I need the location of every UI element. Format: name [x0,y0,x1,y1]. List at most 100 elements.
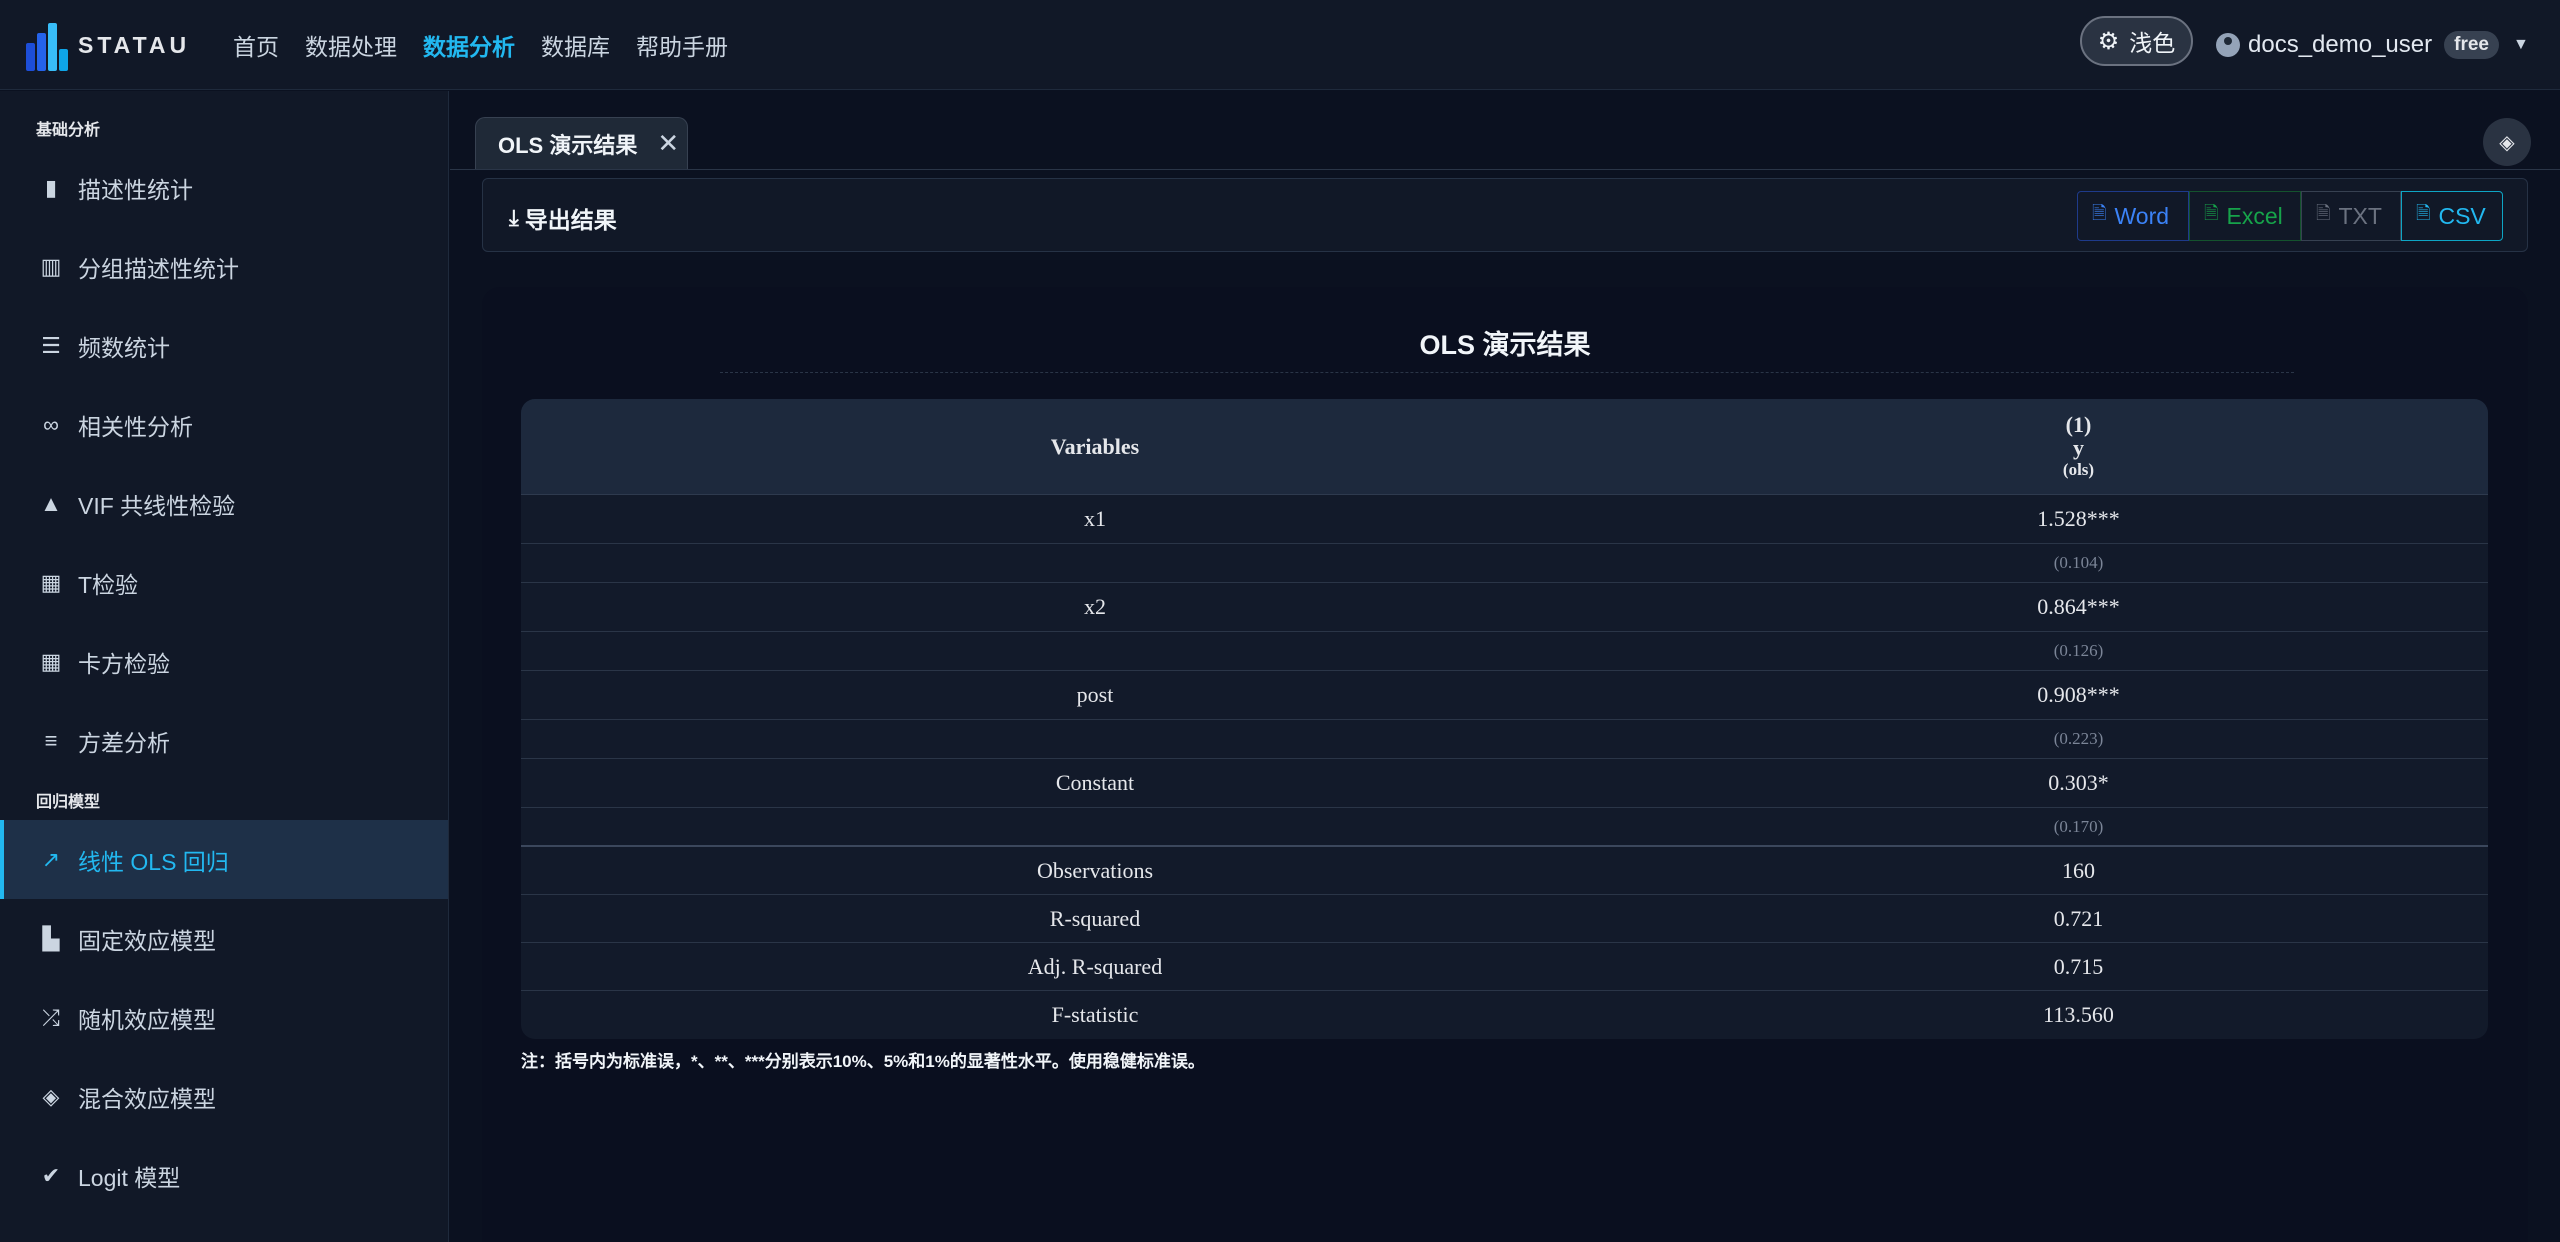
standard-error: (0.170) [2053,816,2104,836]
tab-divider [450,169,2560,170]
sidebar-group-basic-analysis: 基础分析 [36,122,101,139]
header-variables: Variables [1050,433,1140,459]
user-avatar-icon [2216,33,2240,57]
table-list-icon: ☰ [41,332,61,358]
top-navbar: STATAU 首页 数据处理 数据分析 数据库 帮助手册 ⚙ 浅色 docs_d… [0,0,2560,90]
download-icon: ⤓ [509,205,519,230]
standard-error: (0.104) [2053,553,2104,572]
stat-value: 160 [2062,857,2095,883]
header-dependent-variable: y [2073,434,2084,460]
export-title: ⤓ 导出结果 [509,201,617,235]
nav-data-analysis[interactable]: 数据分析 [423,28,515,62]
variable-name: post [1076,682,1114,707]
sidebar-item-label: 线性 OLS 回归 [78,848,229,875]
export-csv-button[interactable]: 🗎 CSV [2401,191,2503,241]
brand-logo[interactable]: STATAU [26,18,190,72]
word-file-icon: 🗎 [2092,203,2107,223]
table-row: Observations 160 [521,847,2488,895]
header-model-column: (1) y (ols) [1669,399,2488,494]
sidebar-item-random-effects[interactable]: ⤮ 随机效应模型 [0,978,448,1057]
variable-name: x2 [1084,594,1106,619]
sidebar-item-grouped-descriptive-stats[interactable]: ▥ 分组描述性统计 [0,227,448,306]
sidebar-item-vif-test[interactable]: ▲ VIF 共线性检验 [0,464,448,543]
sidebar-item-label: T检验 [78,571,139,598]
csv-file-icon: 🗎 [2416,203,2431,223]
sidebar-item-chi-square-test[interactable]: ▦ 卡方检验 [0,622,448,701]
user-menu[interactable]: docs_demo_user free ▼ [2216,24,2529,66]
sidebar-item-fixed-effects[interactable]: ▙ 固定效应模型 [0,899,448,978]
table-row: (0.223) [521,720,2488,759]
caret-down-icon: ▼ [2512,36,2529,53]
layers-icon: ◈ [42,1083,60,1109]
table-row: R-squared 0.721 [521,895,2488,943]
sidebar-item-correlation[interactable]: ∞ 相关性分析 [0,385,448,464]
layers-icon: ◈ [2499,131,2515,154]
sidebar-item-label: 固定效应模型 [78,927,216,954]
close-icon[interactable]: ✕ [657,128,679,159]
check-circle-icon: ✔ [41,1162,61,1188]
title-divider [720,372,2294,373]
nav-database[interactable]: 数据库 [541,28,610,62]
tab-ols-result[interactable]: OLS 演示结果 ✕ [475,117,688,169]
regression-table: Variables (1) y (ols) x1 1.528*** (0.104… [521,399,2488,1039]
sidebar-item-descriptive-stats[interactable]: ▮ 描述性统计 [0,148,448,227]
logo-icon [26,19,70,71]
sidebar-item-frequency-stats[interactable]: ☰ 频数统计 [0,306,448,385]
export-word-button[interactable]: 🗎 Word [2077,191,2189,241]
table-row: Adj. R-squared 0.715 [521,943,2488,991]
building-icon: ▙ [42,925,60,951]
nav-data-processing[interactable]: 数据处理 [305,28,397,62]
main-nav: 首页 数据处理 数据分析 数据库 帮助手册 [233,0,754,90]
layers-button[interactable]: ◈ [2483,118,2531,166]
stat-name: Adj. R-squared [1027,953,1163,979]
table-row: x2 0.864*** [521,583,2488,632]
sidebar-item-logit[interactable]: ✔ Logit 模型 [0,1136,448,1215]
sidebar-item-label: 相关性分析 [78,413,193,440]
warning-icon: ▲ [40,490,62,516]
export-txt-button[interactable]: 🗎 TXT [2301,191,2401,241]
nav-home[interactable]: 首页 [233,28,279,62]
export-title-label: 导出结果 [524,207,617,233]
variable-name: x1 [1084,506,1106,531]
brand-name: STATAU [78,31,191,58]
sidebar-item-label: 方差分析 [78,729,170,756]
header-method: (ols) [2062,459,2095,479]
result-card: OLS 演示结果 Variables (1) y (ols) x1 1.528*… [482,287,2528,1242]
tab-label: OLS 演示结果 [498,132,638,158]
table-row: (0.104) [521,544,2488,583]
table-row: post 0.908*** [521,671,2488,720]
text-file-icon: 🗎 [2316,203,2331,223]
standard-error: (0.126) [2053,641,2104,660]
export-button-group: 🗎 Word 🗎 Excel 🗎 TXT 🗎 CSV [2077,191,2503,241]
table-header: Variables (1) y (ols) [521,399,2488,495]
sidebar-item-label: 分组描述性统计 [78,255,239,282]
export-excel-button[interactable]: 🗎 Excel [2189,191,2301,241]
main-content: OLS 演示结果 ✕ ◈ ⤓ 导出结果 🗎 Word 🗎 Excel 🗎 TXT [450,91,2560,1242]
excel-file-icon: 🗎 [2204,203,2219,223]
sidebar-item-ols-regression[interactable]: ↗ 线性 OLS 回归 [0,820,448,899]
table-footnote: 注：括号内为标准误，*、**、***分别表示10%、5%和1%的显著性水平。使用… [521,1052,1205,1071]
stat-value: 113.560 [2043,1002,2114,1027]
coefficient-value: 1.528*** [2037,506,2120,531]
grid-icon: ▦ [40,648,62,674]
table-row: (0.170) [521,808,2488,847]
calculator-icon: ▦ [40,569,62,595]
link-icon: ∞ [43,411,59,437]
sidebar-item-label: VIF 共线性检验 [78,492,236,519]
nav-help-manual[interactable]: 帮助手册 [636,28,728,62]
grouped-bar-chart-icon: ▥ [40,253,62,279]
sidebar-item-mixed-effects[interactable]: ◈ 混合效应模型 [0,1057,448,1136]
sidebar-item-t-test[interactable]: ▦ T检验 [0,543,448,622]
stat-name: Observations [1036,857,1154,883]
sidebar-item-label: 卡方检验 [78,650,170,677]
theme-toggle-button[interactable]: ⚙ 浅色 [2080,16,2193,66]
table-row: Constant 0.303* [521,759,2488,808]
table-row: (0.126) [521,632,2488,671]
table-row: x1 1.528*** [521,495,2488,544]
shuffle-icon: ⤮ [42,1004,60,1030]
stat-name: F-statistic [1051,1002,1139,1027]
line-chart-icon: ↗ [41,846,61,872]
plan-badge: free [2444,31,2499,59]
stat-value: 0.721 [2053,905,2104,931]
sidebar-item-anova[interactable]: ≡ 方差分析 [0,701,448,780]
